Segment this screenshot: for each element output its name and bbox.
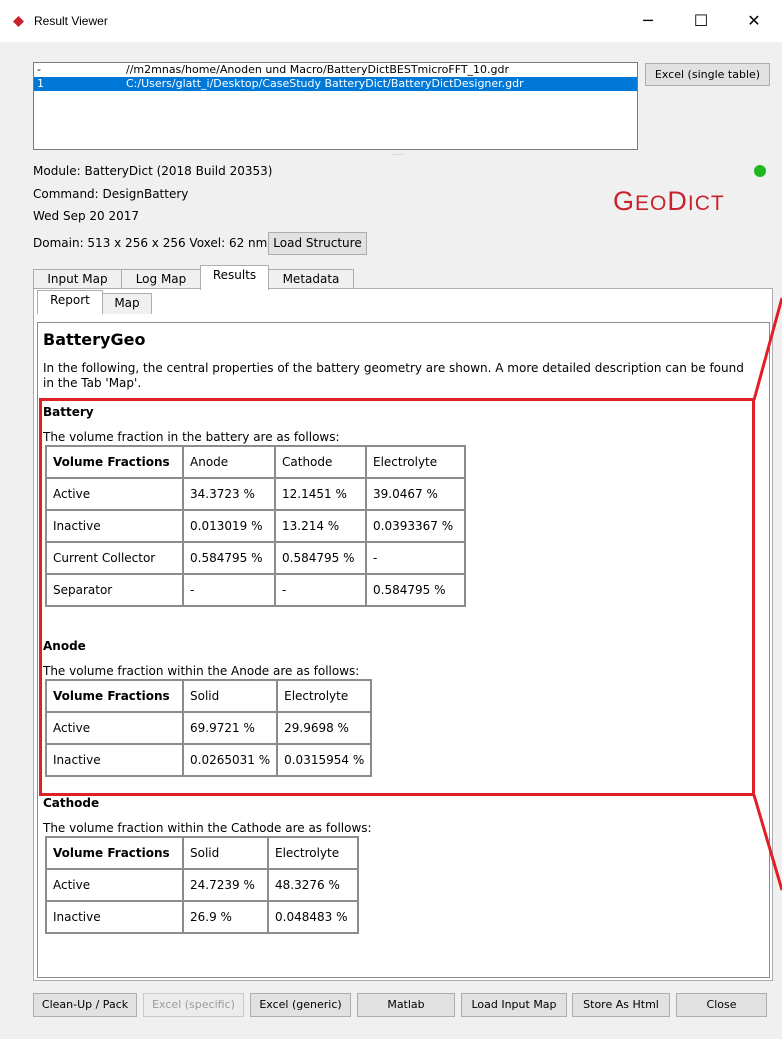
battery-description: The volume fraction in the battery are a… [43, 430, 340, 444]
table-row: Active 69.9721 % 29.9698 % [45, 711, 373, 745]
report-title: BatteryGeo [43, 330, 146, 349]
results-panel: Report Map BatteryGeo In the following, … [33, 288, 773, 981]
table-cell: 48.3276 % [267, 868, 359, 902]
file-list-item[interactable]: - //m2mnas/home/Anoden und Macro/Battery… [34, 63, 637, 77]
table-header-row: Volume Fractions Anode Cathode Electroly… [45, 445, 466, 479]
table-cell: 0.0265031 % [181, 743, 279, 777]
table-cell: 0.0315954 % [276, 743, 373, 777]
table-cell: Inactive [45, 509, 184, 543]
table-cell: - [182, 573, 276, 607]
window-title: Result Viewer [34, 14, 108, 28]
tab-results[interactable]: Results [200, 265, 269, 290]
table-cell: 0.013019 % [182, 509, 276, 543]
table-header-row: Volume Fractions Solid Electrolyte [45, 836, 359, 870]
subtab-report[interactable]: Report [37, 290, 103, 314]
anode-description: The volume fraction within the Anode are… [43, 664, 360, 678]
store-as-html-button[interactable]: Store As Html [572, 993, 670, 1017]
table-row: Active 34.3723 % 12.1451 % 39.0467 % [45, 477, 466, 511]
table-header-row: Volume Fractions Solid Electrolyte [45, 679, 373, 713]
load-input-map-button[interactable]: Load Input Map [461, 993, 567, 1017]
table-cell: 39.0467 % [365, 477, 466, 511]
table-cell: 0.0393367 % [365, 509, 466, 543]
maximize-button[interactable]: ☐ [678, 8, 724, 36]
file-index: - [37, 63, 41, 76]
report-view[interactable]: BatteryGeo In the following, the central… [37, 322, 770, 978]
table-cell: - [365, 541, 466, 575]
table-header-cell: Electrolyte [365, 445, 466, 479]
table-cell: 13.214 % [274, 509, 367, 543]
window-body: - //m2mnas/home/Anoden und Macro/Battery… [0, 42, 782, 1039]
bottom-button-bar: Clean-Up / Pack Excel (specific) Excel (… [0, 992, 782, 1032]
table-header-cell: Volume Fractions [45, 445, 184, 479]
command-info: Command: DesignBattery [33, 187, 189, 201]
file-list-item-selected[interactable]: 1 C:/Users/glatt_i/Desktop/CaseStudy Bat… [34, 77, 637, 91]
table-header-cell: Cathode [274, 445, 367, 479]
tab-input-map[interactable]: Input Map [33, 269, 122, 290]
table-row: Inactive 26.9 % 0.048483 % [45, 900, 359, 934]
table-row: Current Collector 0.584795 % 0.584795 % … [45, 541, 466, 575]
status-indicator [754, 165, 766, 177]
table-cell: 0.048483 % [267, 900, 359, 934]
table-header-cell: Volume Fractions [45, 679, 184, 713]
module-info: Module: BatteryDict (2018 Build 20353) [33, 164, 273, 178]
table-cell: Separator [45, 573, 184, 607]
excel-generic-button[interactable]: Excel (generic) [250, 993, 351, 1017]
cathode-description: The volume fraction within the Cathode a… [43, 821, 372, 835]
table-cell: 12.1451 % [274, 477, 367, 511]
matlab-button[interactable]: Matlab [357, 993, 455, 1017]
excel-single-table-button[interactable]: Excel (single table) [645, 63, 770, 86]
table-cell: - [274, 573, 367, 607]
battery-volume-table: Volume Fractions Anode Cathode Electroly… [45, 445, 466, 607]
table-header-cell: Electrolyte [267, 836, 359, 870]
table-header-cell: Electrolyte [276, 679, 373, 713]
cathode-volume-table: Volume Fractions Solid Electrolyte Activ… [45, 836, 359, 934]
table-row: Separator - - 0.584795 % [45, 573, 466, 607]
table-cell: 29.9698 % [276, 711, 373, 745]
report-intro: In the following, the central properties… [43, 361, 744, 390]
tab-log-map[interactable]: Log Map [121, 269, 201, 290]
table-cell: 24.7239 % [182, 868, 269, 902]
title-bar: Result Viewer ─ ☐ ✕ [0, 0, 782, 42]
table-row: Active 24.7239 % 48.3276 % [45, 868, 359, 902]
table-header-cell: Volume Fractions [45, 836, 184, 870]
battery-heading: Battery [43, 405, 94, 419]
clean-up-pack-button[interactable]: Clean-Up / Pack [33, 993, 137, 1017]
table-header-cell: Solid [182, 836, 269, 870]
file-path: //m2mnas/home/Anoden und Macro/BatteryDi… [126, 63, 510, 76]
table-cell: 0.584795 % [365, 573, 466, 607]
minimize-button[interactable]: ─ [625, 8, 671, 36]
table-header-cell: Anode [182, 445, 276, 479]
load-structure-button[interactable]: Load Structure [268, 232, 367, 255]
table-cell: 69.9721 % [181, 711, 279, 745]
domain-info: Domain: 513 x 256 x 256 Voxel: 62 nm [33, 236, 268, 250]
close-button[interactable]: Close [676, 993, 767, 1017]
file-path: C:/Users/glatt_i/Desktop/CaseStudy Batte… [126, 77, 524, 90]
cathode-heading: Cathode [43, 796, 100, 810]
result-file-list[interactable]: - //m2mnas/home/Anoden und Macro/Battery… [33, 62, 638, 150]
subtab-map[interactable]: Map [102, 293, 152, 314]
table-cell: Inactive [45, 900, 184, 934]
table-cell: Active [45, 868, 184, 902]
table-cell: 34.3723 % [182, 477, 276, 511]
splitter-handle[interactable]: ..... [391, 148, 404, 157]
file-index: 1 [37, 77, 44, 90]
table-cell: Active [45, 711, 184, 745]
table-cell: Active [45, 477, 184, 511]
table-cell: 26.9 % [182, 900, 269, 934]
table-header-cell: Solid [181, 679, 279, 713]
table-row: Inactive 0.0265031 % 0.0315954 % [45, 743, 373, 777]
anode-volume-table: Volume Fractions Solid Electrolyte Activ… [45, 679, 373, 777]
geodict-logo: GEODICT [613, 186, 725, 216]
tab-metadata[interactable]: Metadata [268, 269, 354, 290]
excel-specific-button[interactable]: Excel (specific) [143, 993, 244, 1017]
anode-heading: Anode [43, 639, 86, 653]
table-cell: Current Collector [45, 541, 184, 575]
date-info: Wed Sep 20 2017 [33, 209, 140, 223]
close-window-button[interactable]: ✕ [731, 8, 777, 36]
app-icon [13, 16, 24, 27]
table-cell: 0.584795 % [274, 541, 367, 575]
table-row: Inactive 0.013019 % 13.214 % 0.0393367 % [45, 509, 466, 543]
table-cell: Inactive [45, 743, 184, 777]
table-cell: 0.584795 % [182, 541, 276, 575]
